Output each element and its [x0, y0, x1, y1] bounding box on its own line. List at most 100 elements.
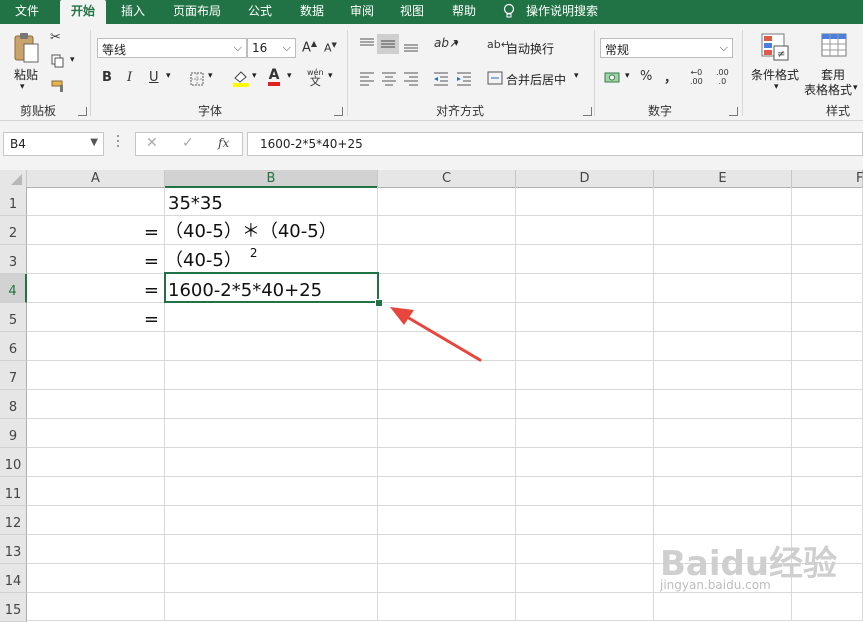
copy-dropdown-icon[interactable]: ▾ — [70, 55, 75, 65]
grid-cell[interactable] — [516, 361, 654, 390]
wrap-text-button[interactable]: 自动换行 — [506, 40, 554, 57]
tab-view[interactable]: 视图 — [392, 0, 432, 24]
grid-cell[interactable] — [654, 419, 792, 448]
grid-cell[interactable] — [165, 303, 378, 332]
grid-cell[interactable] — [378, 187, 516, 216]
align-center-icon[interactable] — [380, 70, 398, 86]
italic-button[interactable]: I — [127, 70, 132, 85]
borders-icon[interactable] — [190, 72, 204, 86]
grid-cell[interactable] — [165, 593, 378, 621]
row-header-15[interactable]: 15 — [0, 593, 27, 622]
conditional-formatting-icon[interactable]: ≠ — [760, 32, 790, 62]
row-header-14[interactable]: 14 — [0, 564, 27, 593]
underline-dropdown-icon[interactable]: ▾ — [166, 71, 171, 81]
cell-a5[interactable]: = — [27, 303, 165, 332]
grid-cell[interactable] — [654, 245, 792, 274]
grid-cell[interactable] — [792, 303, 863, 332]
grid-cell[interactable] — [27, 448, 165, 477]
cut-icon[interactable]: ✂ — [50, 30, 61, 45]
grid-cell[interactable] — [165, 361, 378, 390]
align-bottom-icon[interactable] — [402, 36, 420, 54]
comma-style-button[interactable]: ， — [664, 67, 677, 86]
fill-color-dropdown-icon[interactable]: ▾ — [252, 71, 257, 81]
grid-cell[interactable] — [165, 564, 378, 593]
tab-formulas[interactable]: 公式 — [240, 0, 280, 24]
alignment-launcher-icon[interactable] — [583, 107, 592, 116]
increase-font-size-icon[interactable]: A▲ — [302, 39, 317, 55]
grid-cell[interactable] — [27, 419, 165, 448]
tab-file[interactable]: 文件 — [0, 0, 54, 24]
grid-cell[interactable] — [378, 419, 516, 448]
grid-cell[interactable] — [792, 448, 863, 477]
row-header-5[interactable]: 5 — [0, 303, 27, 332]
grid-cell[interactable] — [792, 506, 863, 535]
grid-cell[interactable] — [378, 564, 516, 593]
grid-cell[interactable] — [378, 477, 516, 506]
grid-cell[interactable] — [654, 274, 792, 303]
tab-page-layout[interactable]: 页面布局 — [166, 0, 228, 24]
font-launcher-icon[interactable] — [334, 107, 343, 116]
grid-cell[interactable] — [792, 187, 863, 216]
row-header-9[interactable]: 9 — [0, 419, 27, 448]
grid-cell[interactable] — [792, 216, 863, 245]
conditional-formatting-button[interactable]: 条件格式 — [751, 66, 799, 83]
grid-cell[interactable] — [654, 593, 792, 621]
paste-label[interactable]: 粘贴 — [14, 66, 38, 83]
row-header-2[interactable]: 2 — [0, 216, 27, 245]
row-header-8[interactable]: 8 — [0, 390, 27, 419]
cell-b3[interactable]: （40-5） 2 — [165, 245, 378, 274]
decrease-font-size-icon[interactable]: A▼ — [324, 41, 337, 55]
grid-cell[interactable] — [516, 593, 654, 621]
formula-input[interactable]: 1600-2*5*40+25 — [247, 132, 863, 156]
chevron-down-icon[interactable]: ▼ — [90, 137, 98, 148]
merge-center-button[interactable]: 合并后居中 — [506, 71, 566, 88]
grid-cell[interactable] — [27, 564, 165, 593]
grid-cell[interactable] — [792, 361, 863, 390]
grid-cell[interactable] — [516, 187, 654, 216]
orientation-dropdown-icon[interactable]: ▾ — [454, 39, 459, 49]
accounting-format-icon[interactable] — [604, 70, 622, 86]
phonetic-guide-icon[interactable]: wén 文 — [307, 68, 324, 87]
align-middle-button[interactable] — [377, 34, 399, 54]
align-left-icon[interactable] — [358, 70, 376, 86]
tab-home[interactable]: 开始 — [60, 0, 106, 24]
grid-cell[interactable] — [792, 419, 863, 448]
number-launcher-icon[interactable] — [729, 107, 738, 116]
phonetic-dropdown-icon[interactable]: ▾ — [328, 71, 333, 81]
borders-dropdown-icon[interactable]: ▾ — [208, 71, 213, 81]
grid-cell[interactable] — [165, 535, 378, 564]
merge-center-icon[interactable] — [487, 71, 503, 85]
percent-style-button[interactable]: % — [640, 69, 652, 84]
grid-cell[interactable] — [792, 390, 863, 419]
row-header-13[interactable]: 13 — [0, 535, 27, 564]
align-top-icon[interactable] — [358, 36, 376, 52]
grid-cell[interactable] — [516, 448, 654, 477]
fill-color-icon[interactable] — [232, 69, 250, 87]
cell-b1[interactable]: 35*35 — [165, 187, 378, 216]
font-name-select[interactable]: 等线 ⌵ — [97, 38, 247, 58]
decrease-indent-icon[interactable] — [432, 70, 450, 86]
grid-cell[interactable] — [516, 332, 654, 361]
grid-cell[interactable] — [27, 477, 165, 506]
grid-cell[interactable] — [516, 390, 654, 419]
grid-cell[interactable] — [378, 245, 516, 274]
grid-cell[interactable] — [378, 448, 516, 477]
column-header-d[interactable]: D — [516, 170, 654, 188]
grid-cell[interactable] — [165, 390, 378, 419]
row-header-1[interactable]: 1 — [0, 187, 27, 216]
grid-cell[interactable] — [27, 593, 165, 621]
grid-cell[interactable] — [378, 593, 516, 621]
grid-cell[interactable] — [654, 448, 792, 477]
grid-cell[interactable] — [378, 274, 516, 303]
grid-cell[interactable] — [516, 564, 654, 593]
grid-cell[interactable] — [378, 535, 516, 564]
tab-review[interactable]: 审阅 — [342, 0, 382, 24]
grid-cell[interactable] — [792, 477, 863, 506]
grid-cell[interactable] — [654, 390, 792, 419]
grid-cell[interactable] — [165, 448, 378, 477]
grid-cell[interactable] — [516, 216, 654, 245]
merge-dropdown-icon[interactable]: ▾ — [574, 71, 579, 81]
grid-cell[interactable] — [792, 274, 863, 303]
format-as-table-dropdown-icon[interactable]: ▾ — [853, 83, 858, 93]
grid-cell[interactable] — [654, 477, 792, 506]
